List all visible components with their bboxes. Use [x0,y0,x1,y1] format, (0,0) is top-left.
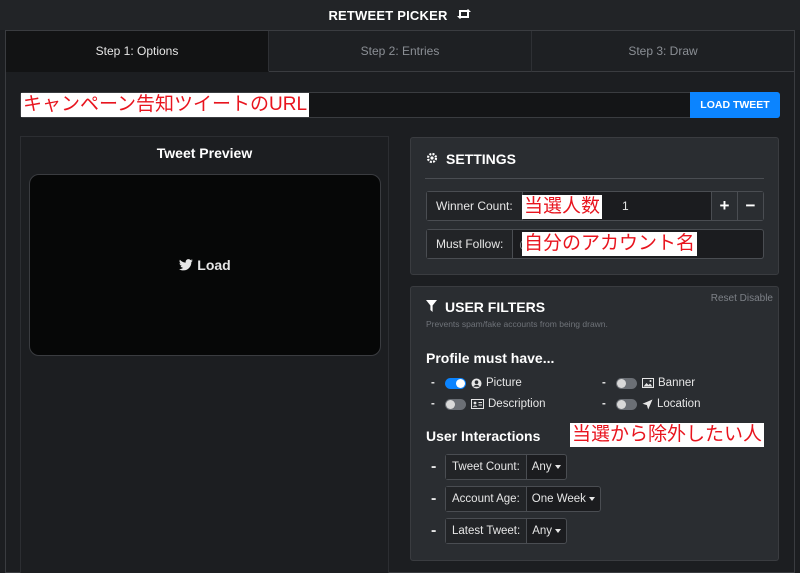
tweet-preview-title: Tweet Preview [156,145,253,161]
latest-tweet-value-wrap: Any [527,519,566,543]
tab-step-2-entries[interactable]: Step 2: Entries [269,31,532,72]
tweet-preview-load-label: Load [197,257,231,273]
user-circle-icon [471,378,482,389]
must-follow-label: Must Follow: [427,230,514,258]
account-age-row: - Account Age: One Week [431,486,601,512]
latest-tweet-value: Any [532,525,553,537]
dash-marker: - [431,458,437,475]
settings-divider [425,178,764,179]
user-filters-title-label: USER FILTERS [445,299,546,315]
caret-down-icon [588,497,595,501]
description-toggle[interactable] [445,398,466,410]
banner-label: Banner [658,377,696,389]
dash-marker: - [431,377,435,389]
location-label: Location [657,398,701,410]
banner-toggle[interactable] [616,377,637,389]
interactions-heading: User Interactions [426,428,541,444]
app-title: RETWEET PICKER [328,7,448,23]
account-age-select[interactable]: Account Age: One Week [445,486,601,512]
image-icon [642,378,654,388]
annotation-winner: 当選人数 [522,195,603,219]
picture-toggle[interactable] [445,377,466,389]
filter-icon [426,299,445,315]
toggle-banner[interactable]: - Banner [602,377,695,389]
tab-step-3-draw[interactable]: Step 3: Draw [532,31,794,72]
latest-tweet-label: Latest Tweet: [446,519,528,543]
app-header: RETWEET PICKER [0,0,800,30]
tweet-count-label: Tweet Count: [446,455,527,479]
account-age-value-wrap: One Week [527,487,600,511]
dash-marker: - [431,490,437,507]
winner-count-decrement-button[interactable]: − [737,192,763,220]
twitter-bird-icon [179,259,194,271]
winner-count-label: Winner Count: [427,192,523,220]
toggle-location[interactable]: - Location [602,398,700,410]
tweet-count-value-wrap: Any [527,455,566,479]
step-tabs: Step 1: Options Step 2: Entries Step 3: … [6,31,794,72]
latest-tweet-select[interactable]: Latest Tweet: Any [445,518,568,544]
account-age-label: Account Age: [446,487,527,511]
description-label: Description [488,398,546,410]
annotation-follow: 自分のアカウント名 [522,232,698,256]
picture-label: Picture [486,377,522,389]
profile-heading: Profile must have... [426,350,555,366]
winner-count-input[interactable]: 1 [622,192,629,220]
tweet-preview-panel: Tweet Preview Load [20,136,389,573]
settings-title: SETTINGS [426,151,516,167]
gear-icon [426,151,446,167]
tab-step-1-options[interactable]: Step 1: Options [6,31,269,72]
id-card-icon [471,399,484,409]
user-filters-subtitle: Prevents spam/fake accounts from being d… [426,319,608,329]
reset-disable-link[interactable]: Reset Disable [711,293,773,304]
annotation-exclude: 当選から除外したい人 [570,423,765,447]
caret-down-icon [554,465,561,469]
location-toggle[interactable] [616,398,637,410]
settings-title-label: SETTINGS [446,151,517,167]
tweet-count-row: - Tweet Count: Any [431,454,567,480]
dash-marker: - [602,398,606,410]
user-filters-title: USER FILTERS [426,299,545,315]
location-arrow-icon [642,399,653,410]
dash-marker: - [431,522,437,539]
tweet-count-value: Any [531,461,552,473]
dash-marker: - [431,398,435,410]
tweet-count-select[interactable]: Tweet Count: Any [445,454,567,480]
toggle-picture[interactable]: - Picture [431,377,522,389]
account-age-value: One Week [531,493,586,505]
load-tweet-button[interactable]: LOAD TWEET [690,92,780,118]
caret-down-icon [555,529,562,533]
toggle-description[interactable]: - Description [431,398,546,410]
winner-count-increment-button[interactable]: + [711,192,737,220]
latest-tweet-row: - Latest Tweet: Any [431,518,568,544]
dash-marker: - [602,377,606,389]
annotation-url: キャンペーン告知ツイートのURL [21,93,310,117]
tweet-preview-box[interactable]: Load [29,174,381,356]
retweet-icon [456,7,472,23]
